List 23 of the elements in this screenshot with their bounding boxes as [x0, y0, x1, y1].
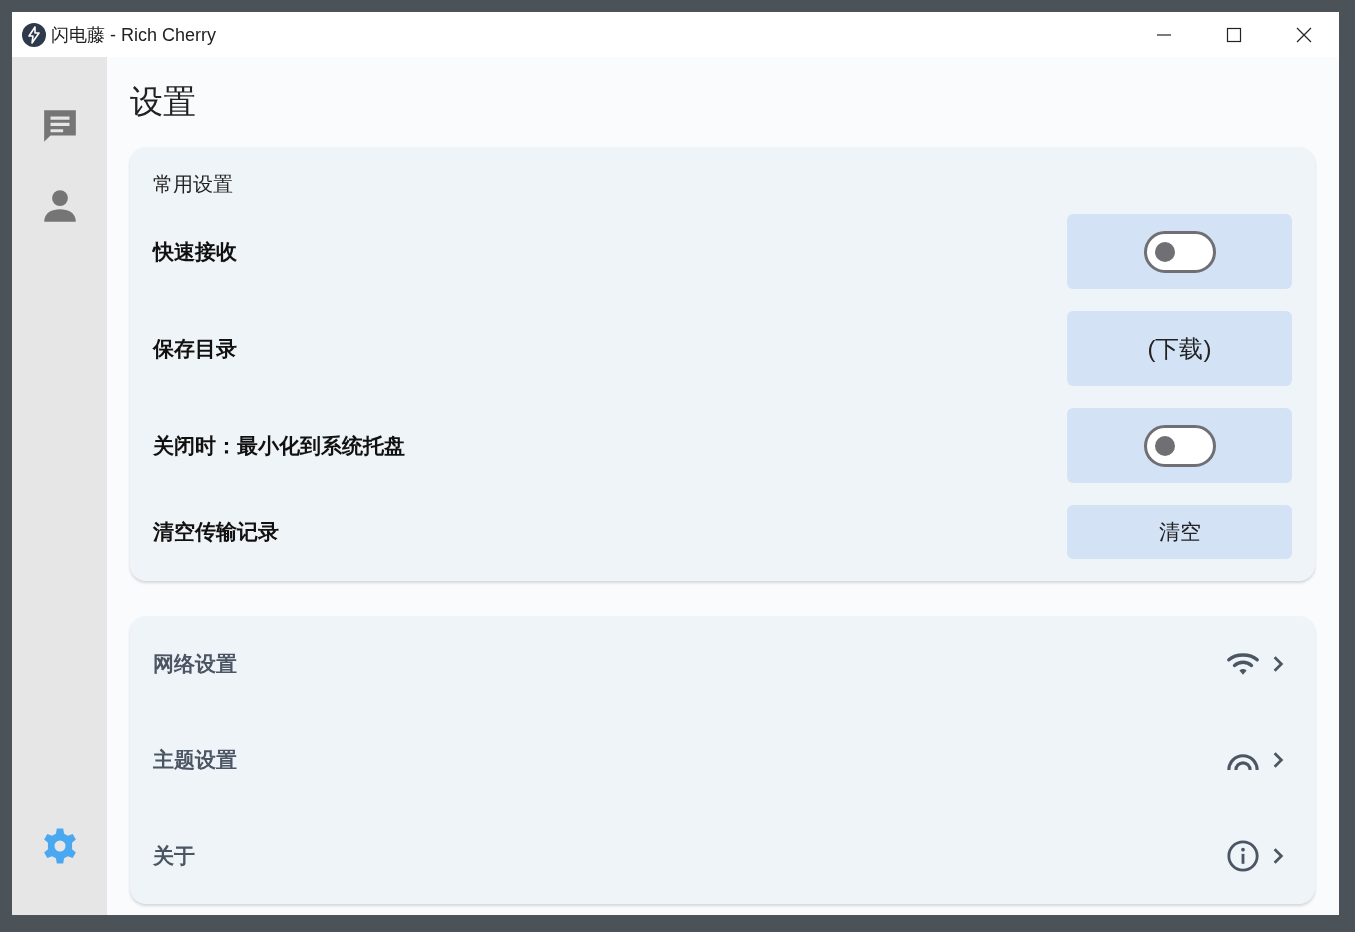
close-icon[interactable] — [1296, 26, 1312, 43]
chevron-icon[interactable] — [1272, 751, 1284, 769]
toggle-switch[interactable] — [1143, 424, 1216, 467]
folder-button[interactable]: (下载) — [1067, 311, 1292, 386]
info-icon — [1226, 839, 1260, 873]
toggle-button[interactable] — [1067, 408, 1292, 483]
setting-label: 快速接收 — [153, 238, 237, 265]
page-title: 设置 — [130, 82, 197, 122]
section-title: 常用设置 — [153, 172, 234, 197]
toggle-switch[interactable] — [1143, 230, 1216, 273]
menu-item-label[interactable]: 网络设置 — [153, 650, 237, 678]
chevron-icon[interactable] — [1272, 655, 1284, 673]
setting-label: 清空传输记录 — [153, 519, 279, 545]
clear-button[interactable]: 清空 — [1067, 505, 1292, 559]
toggle-button[interactable] — [1067, 214, 1292, 289]
app-logo-icon — [22, 22, 46, 47]
menu-item-label[interactable]: 主题设置 — [153, 746, 237, 774]
maximize-icon[interactable] — [1226, 26, 1242, 43]
menu-item-label[interactable]: 关于 — [153, 842, 195, 870]
setting-label: 保存目录 — [153, 335, 237, 362]
setting-label: 关闭时：最小化到系统托盘 — [153, 432, 405, 459]
window-title: 闪电藤 - Rich Cherry — [51, 23, 216, 47]
chevron-icon[interactable] — [1272, 847, 1284, 865]
